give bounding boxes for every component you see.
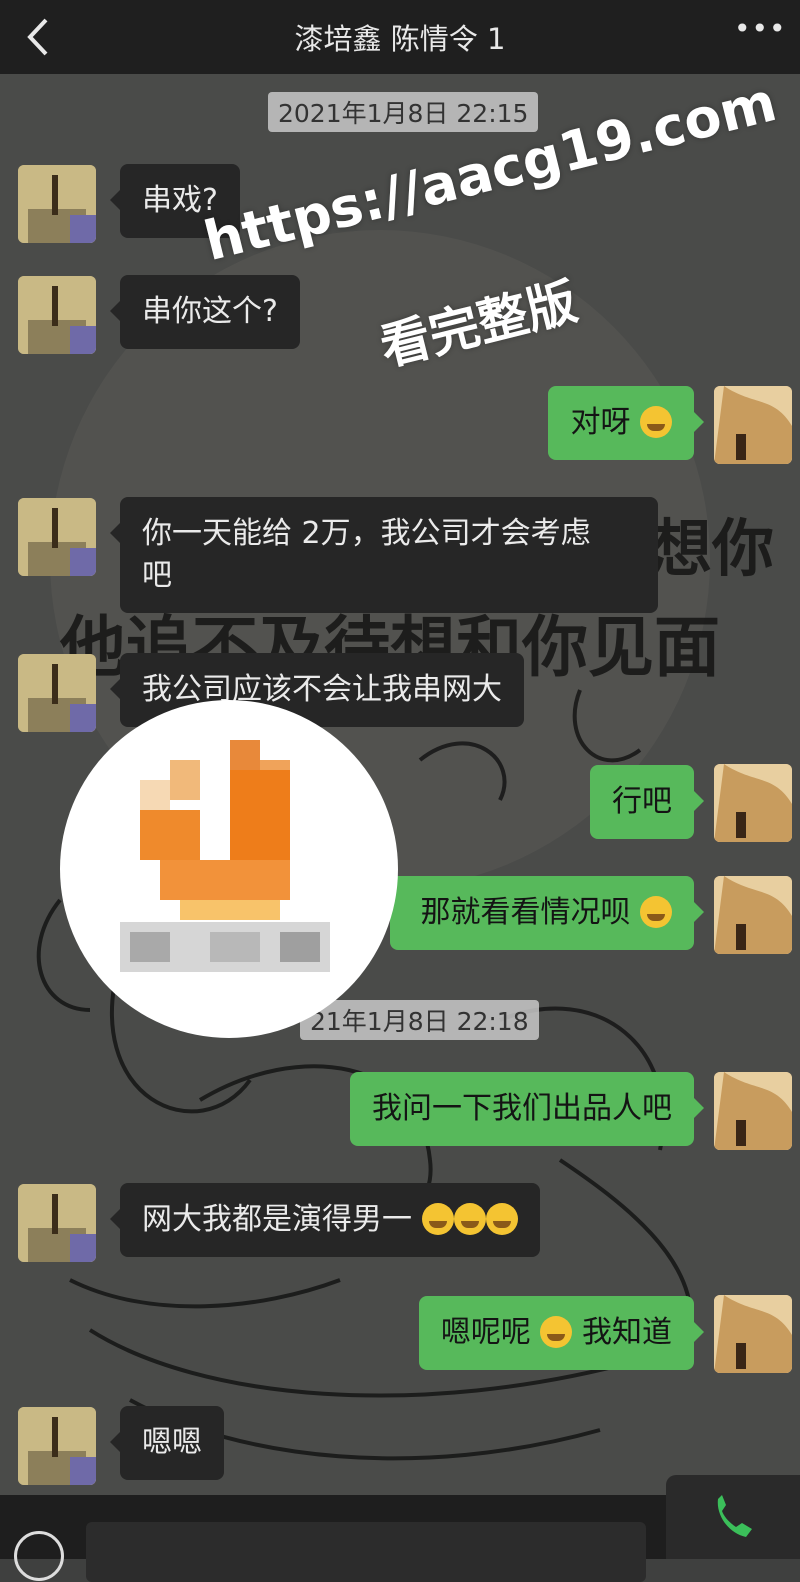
- avatar-contact[interactable]: [18, 276, 96, 354]
- chat-header: 漆培鑫 陈情令 1 •••: [0, 0, 800, 74]
- message-bubble[interactable]: 那就看看情况呗: [390, 876, 704, 950]
- message-text: 那就看看情况呗: [420, 895, 631, 930]
- timestamp: 2021年1月8日 22:15: [268, 92, 539, 132]
- chat-title: 漆培鑫 陈情令 1: [294, 22, 506, 56]
- message-bubble[interactable]: 网大我都是演得男一: [110, 1183, 540, 1257]
- crying-face-emoji: [640, 406, 672, 438]
- avatar-self[interactable]: [714, 1295, 792, 1373]
- avatar-contact[interactable]: [18, 165, 96, 243]
- message-text: 你一天能给 2万，我公司才会考虑: [142, 516, 591, 551]
- call-button[interactable]: [666, 1475, 800, 1559]
- crying-face-emoji: [421, 1203, 454, 1235]
- message-text: 网大我都是演得男一: [142, 1202, 412, 1237]
- message-bubble[interactable]: 串你这个?: [110, 275, 300, 349]
- message-text: 嗯嗯: [142, 1425, 202, 1460]
- more-dots-icon[interactable]: •••: [734, 12, 786, 56]
- message-bubble[interactable]: 嗯嗯: [110, 1406, 224, 1480]
- avatar-self[interactable]: [714, 764, 792, 842]
- crying-face-emoji: [485, 1203, 518, 1235]
- crying-face-emoji: [640, 896, 672, 928]
- message-text: 串你这个?: [142, 294, 278, 329]
- bg-text-1: 想你: [650, 512, 774, 585]
- phone-icon: [717, 1495, 752, 1537]
- message-text: 对呀: [570, 405, 631, 440]
- avatar-self[interactable]: [714, 386, 792, 464]
- message-text: 行吧: [612, 784, 672, 819]
- crying-face-emoji: [540, 1316, 573, 1348]
- message-bubble[interactable]: 行吧: [590, 765, 704, 839]
- avatar-contact[interactable]: [18, 1184, 96, 1262]
- avatar-contact[interactable]: [18, 498, 96, 576]
- message-text: 吧: [142, 558, 172, 593]
- crying-face-emoji: [453, 1203, 486, 1235]
- message-text: 我问一下我们出品人吧: [372, 1091, 672, 1126]
- message-bubble[interactable]: 嗯呢呢 我知道: [418, 1296, 705, 1370]
- message-text: 我知道: [582, 1315, 672, 1350]
- avatar-self[interactable]: [714, 1072, 792, 1150]
- message-input[interactable]: [86, 1522, 646, 1582]
- pixelated-logo: [60, 700, 398, 1038]
- message-bubble[interactable]: 对呀: [548, 386, 704, 460]
- avatar-self[interactable]: [714, 876, 792, 954]
- message-bubble[interactable]: 我问一下我们出品人吧: [350, 1072, 704, 1146]
- voice-icon[interactable]: [14, 1531, 64, 1581]
- message-bubble[interactable]: 你一天能给 2万，我公司才会考虑 吧: [110, 497, 658, 613]
- message-text: 嗯呢呢: [440, 1315, 531, 1350]
- avatar-contact[interactable]: [18, 1407, 96, 1485]
